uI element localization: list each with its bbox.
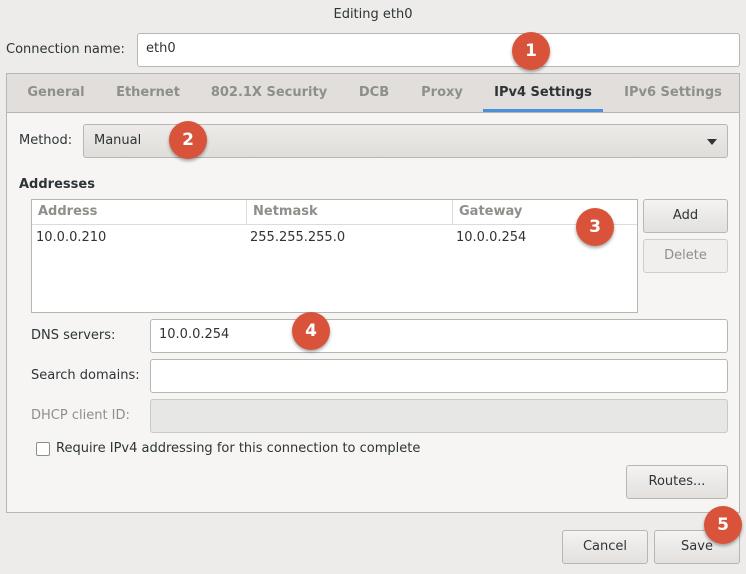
settings-notebook: General Ethernet 802.1X Security DCB Pro… (6, 73, 740, 513)
addresses-table[interactable]: Address Netmask Gateway 10.0.0.210 255.2… (31, 199, 638, 313)
require-ipv4-label[interactable]: Require IPv4 addressing for this connect… (56, 441, 420, 456)
address-cell[interactable]: 10.0.0.210 (36, 230, 106, 245)
gateway-cell[interactable]: 10.0.0.254 (456, 230, 526, 245)
chevron-down-icon (707, 139, 717, 145)
search-domains-label: Search domains: (31, 368, 140, 383)
callout-badge-5: 5 (704, 506, 742, 544)
edit-connection-window: Editing eth0 Connection name: eth0 Gener… (0, 0, 746, 574)
connection-name-input[interactable]: eth0 (137, 33, 740, 67)
tab-ipv4-settings[interactable]: IPv4 Settings (483, 74, 603, 112)
column-address[interactable]: Address (32, 200, 246, 224)
column-netmask[interactable]: Netmask (246, 200, 452, 224)
dns-servers-label: DNS servers: (31, 328, 116, 343)
require-ipv4-checkbox[interactable] (36, 442, 50, 456)
callout-badge-4: 4 (292, 312, 330, 350)
method-label: Method: (19, 133, 73, 148)
tab-8021x-security[interactable]: 802.1X Security (201, 74, 337, 111)
callout-badge-2: 2 (169, 121, 207, 159)
tab-ipv6-settings[interactable]: IPv6 Settings (615, 74, 731, 111)
callout-badge-3: 3 (576, 208, 614, 246)
dhcp-client-id-input[interactable] (150, 399, 728, 433)
tab-ethernet[interactable]: Ethernet (103, 74, 193, 111)
addresses-heading: Addresses (19, 177, 95, 192)
tab-dcb[interactable]: DCB (345, 74, 403, 111)
search-domains-input[interactable] (150, 359, 728, 393)
dhcp-client-id-label: DHCP client ID: (31, 408, 130, 423)
addresses-table-header: Address Netmask Gateway (32, 200, 637, 225)
connection-name-row: Connection name: eth0 (6, 33, 740, 67)
tab-bar: General Ethernet 802.1X Security DCB Pro… (7, 74, 739, 113)
tab-general[interactable]: General (15, 74, 97, 111)
routes-button[interactable]: Routes... (626, 465, 728, 499)
add-address-button[interactable]: Add (643, 199, 728, 233)
delete-address-button[interactable]: Delete (643, 239, 728, 273)
method-value: Manual (94, 133, 142, 148)
dns-servers-input[interactable]: 10.0.0.254 (150, 319, 728, 353)
tab-proxy[interactable]: Proxy (411, 74, 473, 111)
connection-name-label: Connection name: (6, 42, 125, 57)
cancel-button[interactable]: Cancel (562, 530, 648, 564)
callout-badge-1: 1 (512, 32, 550, 70)
netmask-cell[interactable]: 255.255.255.0 (250, 230, 345, 245)
window-title: Editing eth0 (333, 7, 413, 22)
